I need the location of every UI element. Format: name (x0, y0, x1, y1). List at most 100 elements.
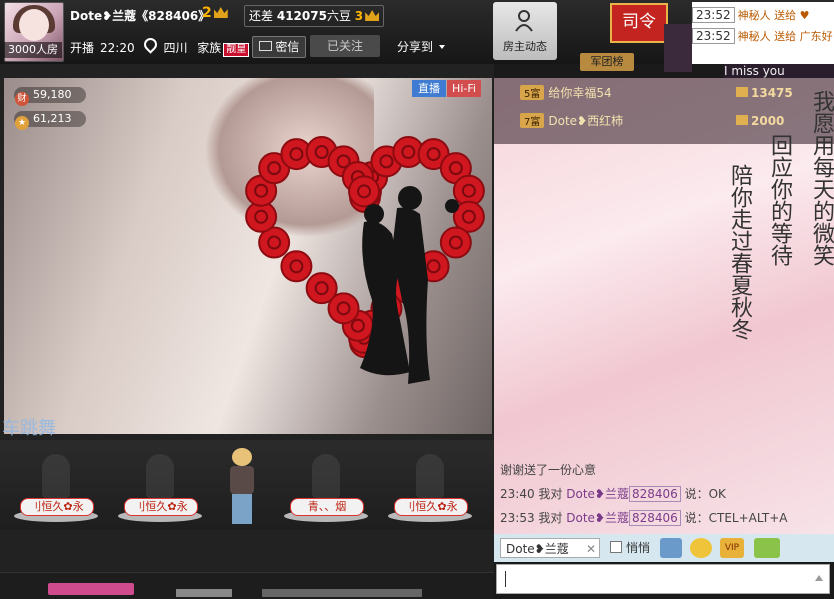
charm-value: 61,213 (33, 112, 72, 125)
host-name[interactable]: Dote❥兰蔻《828406》 (70, 7, 210, 24)
seat[interactable]: 刂恒久✿永 (12, 454, 100, 524)
overlay-text: 车跳舞 (2, 418, 56, 439)
chat-input[interactable] (496, 564, 830, 594)
clan-badge[interactable]: 靓皇 (223, 43, 250, 57)
image-icon[interactable] (660, 538, 682, 558)
banner-strip (664, 24, 692, 72)
stage-bottom-bar (0, 572, 494, 599)
host-level-badge: 2 (202, 5, 228, 21)
commander-button[interactable]: 司令 (610, 3, 668, 43)
envelope-icon (258, 41, 272, 51)
chat-prefix: 23:53 我对 (500, 511, 563, 525)
rich-level-badge: 5富 (520, 85, 545, 100)
dancer-avatar[interactable] (226, 448, 258, 524)
chat-prefix: 谢谢 (500, 463, 525, 477)
poem-column: 陪你走过春夏秋冬 (727, 164, 752, 340)
poem-overlay: 我愿用每天的微笑 回应你的等待 陪你走过春夏秋冬 (726, 90, 834, 440)
rose-icon (280, 250, 313, 283)
start-time: 22:20 (100, 41, 135, 55)
crown-icon (365, 10, 380, 21)
scroll-up-icon[interactable] (815, 575, 823, 581)
chat-text: 说：OK (684, 487, 726, 501)
host-name-text: Dote❥兰蔻《828406》 (70, 9, 211, 23)
chat-user-id[interactable]: 828406 (628, 486, 681, 502)
chat-message: 23:53 我对 Dote❥兰蔻 828406 说：CTEL+ALT+A (500, 506, 830, 530)
chat-text: 送了一份心意 (524, 463, 597, 477)
seat[interactable]: 青、、烟 (282, 454, 370, 524)
chat-username[interactable]: Dote❥兰蔻 (566, 487, 629, 501)
emoji-icon[interactable] (690, 538, 712, 558)
close-icon[interactable]: ✕ (586, 539, 596, 559)
chat-target-name: Dote❥兰蔻 (506, 542, 569, 556)
chat-text: 说：CTEL+ALT+A (684, 511, 788, 525)
banner-text: I miss you (724, 64, 834, 78)
next-level-value: 3 (354, 9, 364, 23)
person-icon (515, 10, 533, 32)
gap-unit: 六豆 (326, 9, 351, 23)
notice-text: 神秘人 送给 ♥ (737, 9, 810, 22)
gap-label: 还差 (249, 9, 274, 23)
whisper-toggle[interactable]: 悄悄 (610, 539, 650, 556)
hifi-badge[interactable]: Hi-Fi (447, 80, 481, 97)
chat-log: 谢谢送了一份心意 23:40 我对 Dote❥兰蔻 828406 说：OK 23:… (500, 458, 830, 530)
seat-label: 刂恒久✿永 (124, 498, 198, 516)
start-label: 开播 (70, 41, 95, 55)
seat-label: 青、、烟 (290, 498, 364, 516)
sticker-icon[interactable] (754, 538, 780, 558)
notice-item: 23:52 神秘人 送给 广东好 (692, 23, 834, 44)
gap-value: 412075 (276, 9, 327, 23)
notice-time: 23:52 (692, 28, 735, 44)
chat-message: 谢谢送了一份心意 (500, 458, 830, 482)
chat-prefix: 23:40 我对 (500, 487, 563, 501)
poem-column: 我愿用每天的微笑 (809, 90, 834, 266)
notice-text: 神秘人 送给 广东好 (737, 30, 833, 43)
private-message-button[interactable]: 密信 (252, 36, 306, 58)
host-level-value: 2 (202, 5, 212, 21)
private-message-label: 密信 (275, 40, 300, 54)
seat[interactable]: 刂恒久✿永 (116, 454, 204, 524)
wealth-value: 59,180 (33, 88, 72, 101)
seat[interactable]: 刂恒久✿永 (386, 454, 474, 524)
vip-icon[interactable]: VIP (720, 538, 744, 558)
follow-button[interactable]: 已关注 (310, 35, 380, 57)
gift-rank-name: 给你幸福54 (548, 86, 612, 100)
share-label: 分享到 (397, 40, 434, 54)
live-badge[interactable]: 直播 (412, 80, 446, 97)
seat-label: 刂恒久✿永 (20, 498, 94, 516)
notice-item: 23:52 神秘人 送给 ♥ (692, 2, 834, 23)
gift-notice-panel: 23:52 神秘人 送给 ♥ 23:52 神秘人 送给 广东好 (692, 2, 834, 64)
charm-stat: ★ 61,213 (14, 111, 86, 130)
progress-bar (262, 589, 422, 597)
whisper-label: 悄悄 (626, 541, 651, 555)
level-gap-box: 还差 412075六豆 3 (244, 5, 384, 27)
chat-message: 23:40 我对 Dote❥兰蔻 828406 说：OK (500, 482, 830, 506)
location-text: 四川 (163, 41, 188, 55)
vip-label: VIP (724, 543, 740, 553)
host-dynamics-button[interactable]: 房主动态 (493, 2, 557, 60)
rose-heart-graphic (245, 136, 485, 384)
crown-icon (213, 7, 228, 18)
wealth-icon: 财 (15, 92, 29, 106)
rose-icon (439, 226, 472, 259)
seat-label: 刂恒久✿永 (394, 498, 468, 516)
host-info-row: 开播 22:20 四川 家族 靓皇 (70, 35, 255, 57)
whisper-checkbox[interactable] (610, 541, 622, 553)
wealth-stat: 财 59,180 (14, 87, 86, 106)
rose-icon (305, 272, 338, 305)
army-ranking-button[interactable]: 军团榜 (580, 53, 634, 71)
gift-box-icon[interactable] (48, 583, 134, 595)
chat-username[interactable]: Dote❥兰蔻 (566, 511, 629, 525)
share-button[interactable]: 分享到 (397, 38, 445, 55)
notice-time: 23:52 (692, 7, 735, 23)
couple-silhouette-icon (360, 186, 459, 384)
rose-icon (348, 175, 381, 208)
room-capacity-label: 3000人房 (4, 42, 62, 58)
poem-column: 回应你的等待 (767, 134, 792, 266)
gift-rank-name: Dote❥西红柿 (548, 114, 624, 128)
chevron-down-icon (438, 45, 445, 49)
progress-bar (176, 589, 232, 597)
star-icon: ★ (15, 116, 29, 130)
chat-target-select[interactable]: Dote❥兰蔻 ✕ (500, 538, 600, 558)
chat-user-id[interactable]: 828406 (628, 510, 681, 526)
rich-level-badge: 7富 (520, 113, 545, 128)
